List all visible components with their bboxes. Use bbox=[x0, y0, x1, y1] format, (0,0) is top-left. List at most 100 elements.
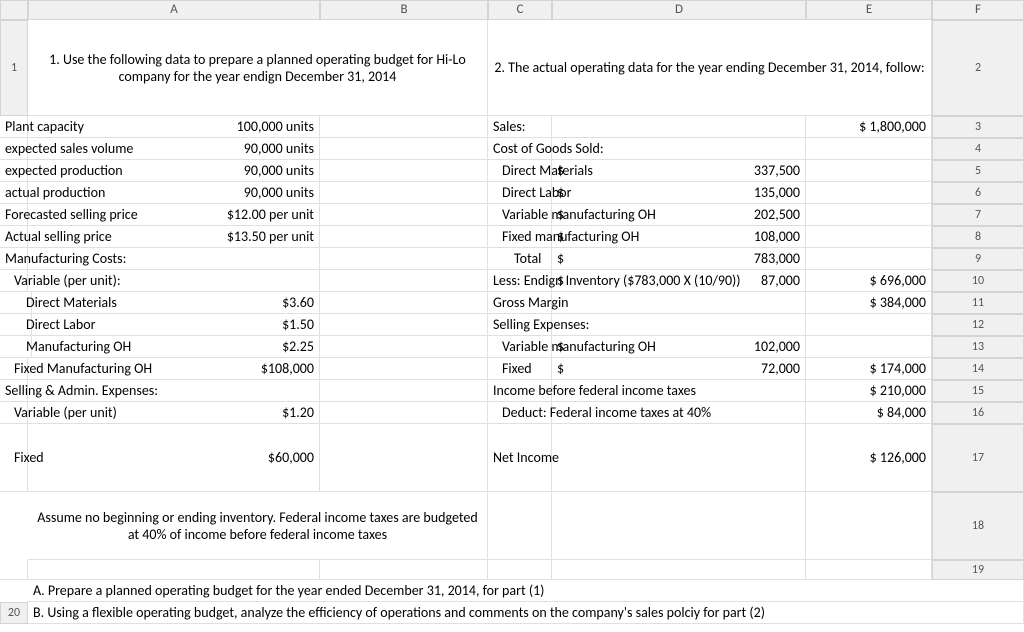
col-header-a[interactable]: A bbox=[28, 0, 320, 20]
row-header[interactable]: 5 bbox=[932, 160, 1024, 182]
cell[interactable]: $3.60 bbox=[28, 292, 320, 314]
row-header[interactable]: 9 bbox=[932, 248, 1024, 270]
cell[interactable] bbox=[806, 182, 932, 204]
cell[interactable]: Fixed bbox=[0, 424, 28, 492]
cell[interactable]: Variable (per unit) bbox=[0, 402, 28, 424]
cell[interactable]: $ 84,000 bbox=[806, 402, 932, 424]
cell[interactable]: $ 210,000 bbox=[806, 380, 932, 402]
cell[interactable]: $2.25 bbox=[28, 336, 320, 358]
cell[interactable] bbox=[552, 560, 806, 580]
row-header[interactable]: 3 bbox=[932, 116, 1024, 138]
cell[interactable]: $108,000 bbox=[28, 358, 320, 380]
cell[interactable]: Manufacturing Costs: bbox=[0, 248, 28, 270]
row-header[interactable]: 2 bbox=[932, 20, 1024, 116]
cell[interactable]: Selling Expenses: bbox=[488, 314, 552, 336]
cell[interactable]: $202,500 bbox=[552, 204, 806, 226]
cell[interactable]: 100,000 units bbox=[28, 116, 320, 138]
cell[interactable] bbox=[320, 314, 488, 336]
cell[interactable] bbox=[28, 248, 320, 270]
cell[interactable]: $135,000 bbox=[552, 182, 806, 204]
cell[interactable]: $1.20 bbox=[28, 402, 320, 424]
select-all-corner[interactable] bbox=[0, 0, 28, 20]
cell[interactable] bbox=[320, 292, 488, 314]
row-header[interactable]: 14 bbox=[932, 358, 1024, 380]
cell[interactable] bbox=[320, 138, 488, 160]
row-header[interactable]: 20 bbox=[0, 602, 28, 624]
cell[interactable] bbox=[320, 204, 488, 226]
cell[interactable]: Variable manufacturing OH bbox=[488, 204, 552, 226]
col-header-f[interactable]: F bbox=[932, 0, 1024, 20]
row-header[interactable]: 17 bbox=[932, 424, 1024, 492]
cell-a20[interactable]: B. Using a flexible operating budget, an… bbox=[28, 602, 1024, 624]
cell[interactable] bbox=[320, 336, 488, 358]
cell[interactable]: $1.50 bbox=[28, 314, 320, 336]
cell[interactable]: 90,000 units bbox=[28, 160, 320, 182]
cell[interactable] bbox=[806, 336, 932, 358]
cell[interactable]: Fixed manufacturing OH bbox=[488, 226, 552, 248]
col-header-b[interactable]: B bbox=[320, 0, 488, 20]
cell[interactable] bbox=[320, 402, 488, 424]
cell[interactable] bbox=[320, 270, 488, 292]
cell[interactable] bbox=[806, 138, 932, 160]
row-header[interactable]: 11 bbox=[932, 292, 1024, 314]
row-header[interactable]: 12 bbox=[932, 314, 1024, 336]
cell[interactable]: $87,000 bbox=[552, 270, 806, 292]
row-header[interactable]: 10 bbox=[932, 270, 1024, 292]
row-header[interactable]: 4 bbox=[932, 138, 1024, 160]
cell[interactable]: Gross Margin bbox=[488, 292, 552, 314]
cell[interactable]: $ 1,800,000 bbox=[806, 116, 932, 138]
cell[interactable]: Less: Endign Inventory ($783,000 X (10/9… bbox=[488, 270, 552, 292]
row-header[interactable]: 19 bbox=[932, 560, 1024, 580]
cell[interactable] bbox=[488, 492, 552, 560]
cell[interactable] bbox=[28, 560, 320, 580]
row-header[interactable]: 16 bbox=[932, 402, 1024, 424]
cell[interactable]: Direct Materials bbox=[488, 160, 552, 182]
cell[interactable]: Income before federal income taxes bbox=[488, 380, 552, 402]
cell[interactable] bbox=[552, 138, 806, 160]
cell[interactable]: expected production bbox=[0, 160, 28, 182]
cell[interactable]: Selling & Admin. Expenses: bbox=[0, 380, 28, 402]
cell[interactable]: 90,000 units bbox=[28, 138, 320, 160]
cell[interactable]: expected sales volume bbox=[0, 138, 28, 160]
cell[interactable] bbox=[28, 380, 320, 402]
cell[interactable] bbox=[320, 560, 488, 580]
col-header-c[interactable]: C bbox=[488, 0, 552, 20]
cell[interactable] bbox=[320, 182, 488, 204]
cell[interactable] bbox=[28, 270, 320, 292]
cell[interactable] bbox=[552, 292, 806, 314]
cell[interactable]: Plant capacity bbox=[0, 116, 28, 138]
cell[interactable] bbox=[806, 248, 932, 270]
row-header[interactable]: 15 bbox=[932, 380, 1024, 402]
cell[interactable]: $ 126,000 bbox=[806, 424, 932, 492]
cell[interactable] bbox=[320, 248, 488, 270]
cell[interactable] bbox=[320, 380, 488, 402]
cell[interactable] bbox=[552, 402, 806, 424]
cell[interactable] bbox=[552, 380, 806, 402]
cell[interactable]: $60,000 bbox=[28, 424, 320, 492]
cell[interactable]: $ 384,000 bbox=[806, 292, 932, 314]
cell-d1[interactable]: 2. The actual operating data for the yea… bbox=[488, 20, 932, 116]
row-header[interactable]: 6 bbox=[932, 182, 1024, 204]
cell[interactable]: Fixed Manufacturing OH bbox=[0, 358, 28, 380]
cell[interactable] bbox=[552, 116, 806, 138]
cell[interactable] bbox=[488, 560, 552, 580]
cell[interactable] bbox=[552, 492, 806, 560]
cell[interactable]: $783,000 bbox=[552, 248, 806, 270]
cell[interactable]: Total bbox=[488, 248, 552, 270]
cell-a1[interactable]: 1. Use the following data to prepare a p… bbox=[28, 20, 488, 116]
cell[interactable] bbox=[552, 314, 806, 336]
cell[interactable]: actual production bbox=[0, 182, 28, 204]
row-header[interactable]: 7 bbox=[932, 204, 1024, 226]
row-header[interactable]: 18 bbox=[932, 492, 1024, 560]
row-header[interactable]: 13 bbox=[932, 336, 1024, 358]
cell[interactable] bbox=[806, 226, 932, 248]
cell[interactable]: Variable (per unit): bbox=[0, 270, 28, 292]
cell[interactable]: Deduct: Federal income taxes at 40% bbox=[488, 402, 552, 424]
cell[interactable]: $102,000 bbox=[552, 336, 806, 358]
cell[interactable]: $108,000 bbox=[552, 226, 806, 248]
cell[interactable]: $72,000 bbox=[552, 358, 806, 380]
cell[interactable]: Variable manufacturing OH bbox=[488, 336, 552, 358]
cell[interactable] bbox=[806, 314, 932, 336]
cell[interactable] bbox=[552, 424, 806, 492]
cell[interactable] bbox=[806, 160, 932, 182]
